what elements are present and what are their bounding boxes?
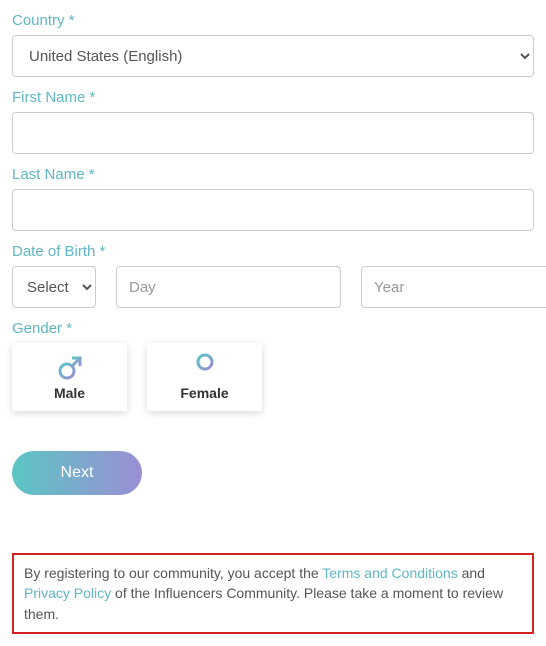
last-name-label: Last Name * xyxy=(12,166,534,183)
disclaimer-and: and xyxy=(458,565,485,581)
privacy-link[interactable]: Privacy Policy xyxy=(24,585,111,601)
country-select[interactable]: United States (English) xyxy=(12,35,534,77)
female-icon xyxy=(194,353,216,383)
gender-male-label: Male xyxy=(54,385,85,401)
dob-day-input[interactable] xyxy=(116,266,341,308)
gender-option-female[interactable]: Female xyxy=(147,343,262,411)
disclaimer-box: By registering to our community, you acc… xyxy=(12,553,534,634)
disclaimer-prefix: By registering to our community, you acc… xyxy=(24,565,322,581)
dob-month-select[interactable]: Select xyxy=(12,266,96,308)
dob-label: Date of Birth * xyxy=(12,243,534,260)
gender-female-label: Female xyxy=(180,385,228,401)
male-icon xyxy=(57,353,83,383)
last-name-input[interactable] xyxy=(12,189,534,231)
terms-link[interactable]: Terms and Conditions xyxy=(322,565,457,581)
first-name-label: First Name * xyxy=(12,89,534,106)
dob-year-input[interactable] xyxy=(361,266,546,308)
next-button[interactable]: Next xyxy=(12,451,142,495)
gender-label: Gender * xyxy=(12,320,534,337)
first-name-input[interactable] xyxy=(12,112,534,154)
gender-option-male[interactable]: Male xyxy=(12,343,127,411)
country-label: Country * xyxy=(12,12,534,29)
